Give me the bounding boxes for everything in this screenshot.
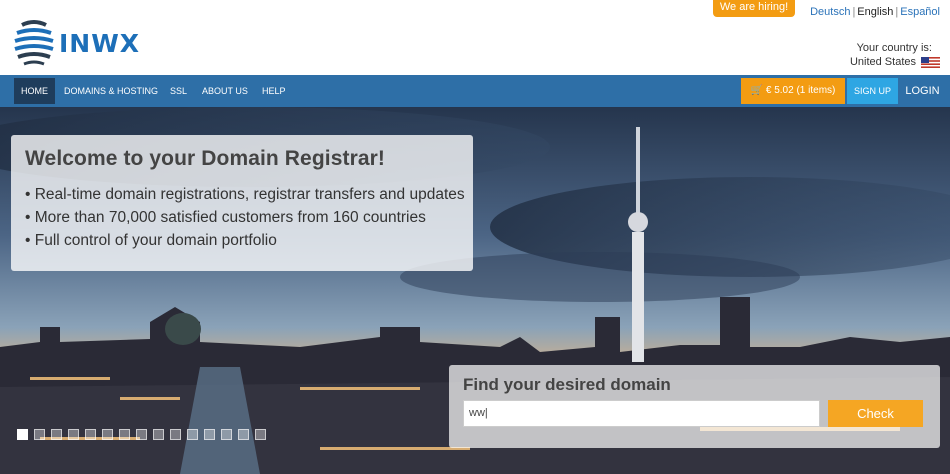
main-nav: HOME DOMAINS & HOSTING SSL ABOUT US HELP…: [0, 75, 950, 107]
lang-espanol[interactable]: Español: [900, 6, 940, 18]
us-flag-icon: [921, 56, 940, 68]
slider-dot[interactable]: [102, 429, 113, 440]
signup-button[interactable]: SIGN UP: [847, 78, 898, 104]
divider: |: [895, 6, 899, 18]
page: INWX We are hiring! Deutsch | English | Espa…: [0, 0, 950, 474]
slider-dot[interactable]: [238, 429, 249, 440]
nav-help[interactable]: HELP: [255, 78, 293, 104]
slider-dot[interactable]: [221, 429, 232, 440]
lang-english[interactable]: English: [857, 6, 893, 18]
slider-dot[interactable]: [255, 429, 266, 440]
domain-search-title: Find your desired domain: [463, 375, 671, 394]
divider: |: [852, 6, 856, 18]
feature-item: Full control of your domain portfolio: [25, 229, 459, 252]
slider-dot[interactable]: [187, 429, 198, 440]
nav-home[interactable]: HOME: [14, 78, 55, 104]
nav-about-us[interactable]: ABOUT US: [195, 78, 255, 104]
slider-dot[interactable]: [85, 429, 96, 440]
slider-dot[interactable]: [17, 429, 28, 440]
slider-dot[interactable]: [119, 429, 130, 440]
nav-ssl[interactable]: SSL: [163, 78, 194, 104]
feature-list: Real-time domain registrations, registra…: [25, 183, 465, 252]
logo-text: INWX: [59, 29, 141, 58]
slider-dot[interactable]: [34, 429, 45, 440]
slider-dot[interactable]: [51, 429, 62, 440]
welcome-panel: Welcome to your Domain Registrar! Real-t…: [11, 135, 473, 271]
login-button[interactable]: LOGIN: [900, 78, 945, 104]
check-button[interactable]: Check: [828, 400, 923, 427]
logo[interactable]: INWX: [14, 17, 154, 67]
cart-button[interactable]: 🛒 € 5.02 (1 items): [741, 78, 845, 104]
domain-search-panel: Find your desired domain ww| Check: [449, 365, 940, 448]
nav-domains-hosting[interactable]: DOMAINS & HOSTING: [57, 78, 165, 104]
hiring-badge[interactable]: We are hiring!: [713, 0, 795, 17]
domain-search-input[interactable]: ww|: [463, 400, 820, 427]
country-value: United States: [849, 56, 916, 68]
cart-icon: 🛒: [750, 85, 764, 96]
slider-dot[interactable]: [68, 429, 79, 440]
slider-dot[interactable]: [136, 429, 147, 440]
feature-item: More than 70,000 satisfied customers fro…: [25, 206, 459, 229]
feature-item: Real-time domain registrations, registra…: [25, 183, 465, 206]
cart-label: € 5.02 (1 items): [765, 85, 836, 96]
country-label: Your country is:: [856, 42, 932, 54]
welcome-title: Welcome to your Domain Registrar!: [25, 147, 385, 170]
slider-dot[interactable]: [170, 429, 181, 440]
hero-slider: Welcome to your Domain Registrar! Real-t…: [0, 107, 950, 474]
country-selector[interactable]: United States: [850, 56, 940, 68]
globe-icon: [14, 20, 54, 66]
slider-dot[interactable]: [204, 429, 215, 440]
lang-deutsch[interactable]: Deutsch: [810, 6, 850, 18]
language-switcher: Deutsch | English | Español: [810, 6, 940, 18]
slider-dots: [17, 429, 266, 440]
site-header: INWX We are hiring! Deutsch | English | Espa…: [0, 0, 950, 75]
slider-dot[interactable]: [153, 429, 164, 440]
